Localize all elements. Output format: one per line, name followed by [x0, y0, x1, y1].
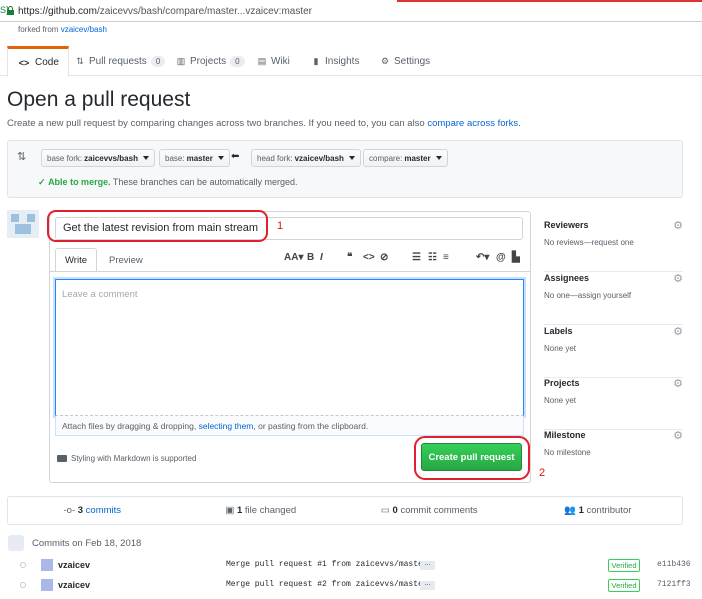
- chevron-down-icon: [435, 156, 442, 160]
- range-editor: ⇅ base fork: zaicevvs/bash base: master ⬅ …: [7, 140, 683, 198]
- bulleted-list-icon[interactable]: ☰: [412, 252, 421, 263]
- commit-author[interactable]: vzaicev: [58, 580, 90, 590]
- verified-badge[interactable]: Verified: [608, 579, 640, 592]
- file-diff-icon: ▣: [225, 505, 235, 516]
- people-icon: 👥: [564, 505, 576, 516]
- commit-dot-icon: [20, 582, 26, 588]
- select-files-link[interactable]: selecting them: [199, 421, 254, 431]
- comment-textarea[interactable]: Leave a comment: [55, 279, 524, 416]
- ellipsis-button[interactable]: …: [420, 560, 435, 570]
- compare-stats: -o- 3 commits ▣ 1 file changed ▭ 0 commi…: [7, 496, 683, 525]
- compare-icon: ⇅: [17, 151, 27, 163]
- commit-sha[interactable]: e11b436: [657, 560, 691, 569]
- avatar[interactable]: [41, 559, 53, 571]
- sidebar-milestone[interactable]: Milestone ⚙ No milestone: [544, 430, 683, 482]
- comment-placeholder: Leave a comment: [62, 289, 138, 300]
- url-text[interactable]: https://github.com/zaicevvs/bash/compare…: [18, 6, 312, 17]
- project-icon: ▥: [176, 56, 186, 66]
- commit-row[interactable]: vzaicev Merge pull request #2 from zaice…: [7, 577, 691, 595]
- base-branch-select[interactable]: base: master: [159, 149, 230, 167]
- chevron-down-icon: [348, 156, 355, 160]
- gear-icon[interactable]: ⚙: [673, 325, 683, 338]
- arrow-left-icon: ⬅: [231, 151, 240, 162]
- markdown-note[interactable]: Styling with Markdown is supported: [57, 454, 196, 463]
- quote-icon[interactable]: ❝: [347, 252, 352, 263]
- avatar: [7, 210, 39, 238]
- commit-row[interactable]: vzaicev Merge pull request #1 from zaice…: [7, 557, 691, 575]
- gear-icon[interactable]: ⚙: [673, 219, 683, 232]
- task-list-icon[interactable]: ≡: [443, 252, 449, 263]
- gear-icon[interactable]: ⚙: [673, 377, 683, 390]
- gear-icon: ⚙: [380, 56, 390, 66]
- commit-icon: -o-: [63, 505, 76, 516]
- tab-projects[interactable]: ▥ Projects 0: [167, 46, 254, 76]
- head-fork-select[interactable]: head fork: vzaicev/bash: [251, 149, 361, 167]
- chevron-down-icon: [217, 156, 224, 160]
- comment-icon: ▭: [380, 505, 390, 516]
- gear-icon[interactable]: ⚙: [673, 272, 683, 285]
- sidebar-labels[interactable]: Labels ⚙ None yet: [544, 326, 683, 378]
- book-icon: ▤: [257, 56, 267, 66]
- base-fork-select[interactable]: base fork: zaicevvs/bash: [41, 149, 155, 167]
- page-subtitle: Create a new pull request by comparing c…: [7, 118, 521, 129]
- pull-request-icon: ⇅: [76, 56, 84, 66]
- tab-insights[interactable]: ▮ Insights: [302, 46, 368, 76]
- pull-requests-count: 0: [150, 55, 166, 67]
- window-edge: [397, 0, 702, 2]
- commit-sha[interactable]: 7121ff3: [657, 580, 691, 589]
- numbered-list-icon[interactable]: ☷: [428, 252, 437, 263]
- forked-from: forked from vzaicev/bash: [18, 25, 107, 34]
- text-size-icon[interactable]: AA▾: [284, 252, 303, 263]
- page-title: Open a pull request: [7, 88, 191, 111]
- annotation-ring-button: [414, 436, 530, 480]
- verified-badge[interactable]: Verified: [608, 559, 640, 572]
- mention-icon[interactable]: @: [496, 252, 506, 263]
- commits-stat[interactable]: -o- 3 commits: [8, 505, 177, 516]
- chevron-down-icon: [142, 156, 149, 160]
- tab-preview[interactable]: Preview: [100, 248, 152, 272]
- sidebar-assignees[interactable]: Assignees ⚙ No one—assign yourself: [544, 273, 683, 325]
- commit-author[interactable]: vzaicev: [58, 560, 90, 570]
- reply-icon[interactable]: ↶▾: [476, 252, 489, 263]
- attach-files-bar[interactable]: Attach files by dragging & dropping, sel…: [55, 416, 524, 436]
- graph-icon: ▮: [313, 56, 319, 66]
- tab-settings[interactable]: ⚙ Settings: [371, 46, 439, 76]
- sidebar-projects[interactable]: Projects ⚙ None yet: [544, 378, 683, 430]
- check-icon: ✓: [38, 177, 46, 187]
- bold-icon[interactable]: B: [307, 252, 314, 263]
- ellipsis-button[interactable]: …: [420, 580, 435, 590]
- projects-count: 0: [230, 55, 245, 67]
- forked-link[interactable]: vzaicev/bash: [61, 25, 107, 34]
- code-icon[interactable]: <>: [363, 252, 375, 263]
- commit-message[interactable]: Merge pull request #2 from zaicevvs/mast…: [226, 580, 428, 589]
- commit-dot-icon: [20, 562, 26, 568]
- italic-icon[interactable]: I: [320, 252, 323, 263]
- compare-across-forks-link[interactable]: compare across forks.: [427, 118, 520, 129]
- commit-message[interactable]: Merge pull request #1 from zaicevvs/mast…: [226, 560, 428, 569]
- gear-icon[interactable]: ⚙: [673, 429, 683, 442]
- files-changed-stat[interactable]: ▣ 1 file changed: [177, 505, 346, 516]
- tab-code[interactable]: <> Code: [7, 46, 69, 77]
- commit-comments-stat[interactable]: ▭ 0 commit comments: [345, 505, 514, 516]
- bookmark-icon[interactable]: ▙: [512, 252, 520, 263]
- commit-group-icon: [8, 535, 24, 551]
- link-icon[interactable]: ⊘: [380, 252, 388, 263]
- browser-address-bar[interactable]: S] https://github.com/zaicevvs/bash/comp…: [0, 0, 702, 22]
- tab-pull-requests[interactable]: ⇅ Pull requests 0: [66, 46, 174, 76]
- commits-date: Commits on Feb 18, 2018: [32, 538, 142, 549]
- merge-status: ✓ Able to merge. These branches can be a…: [38, 177, 298, 187]
- lock-icon: [6, 6, 15, 15]
- avatar[interactable]: [41, 579, 53, 591]
- tab-wiki[interactable]: ▤ Wiki: [248, 46, 299, 76]
- toolbar-divider: [49, 271, 531, 272]
- compare-branch-select[interactable]: compare: master: [363, 149, 448, 167]
- tab-write[interactable]: Write: [55, 248, 97, 272]
- code-icon: <>: [18, 57, 30, 68]
- sidebar-reviewers[interactable]: Reviewers ⚙ No reviews—request one: [544, 220, 683, 272]
- markdown-icon: [57, 455, 67, 462]
- contributors-stat[interactable]: 👥 1 contributor: [514, 505, 683, 516]
- annotation-ring-title: [47, 210, 268, 242]
- annotation-number-1: 1: [277, 220, 284, 232]
- repo-nav: <> Code ⇅ Pull requests 0 ▥ Projects 0 ▤ Wiki …: [0, 46, 702, 77]
